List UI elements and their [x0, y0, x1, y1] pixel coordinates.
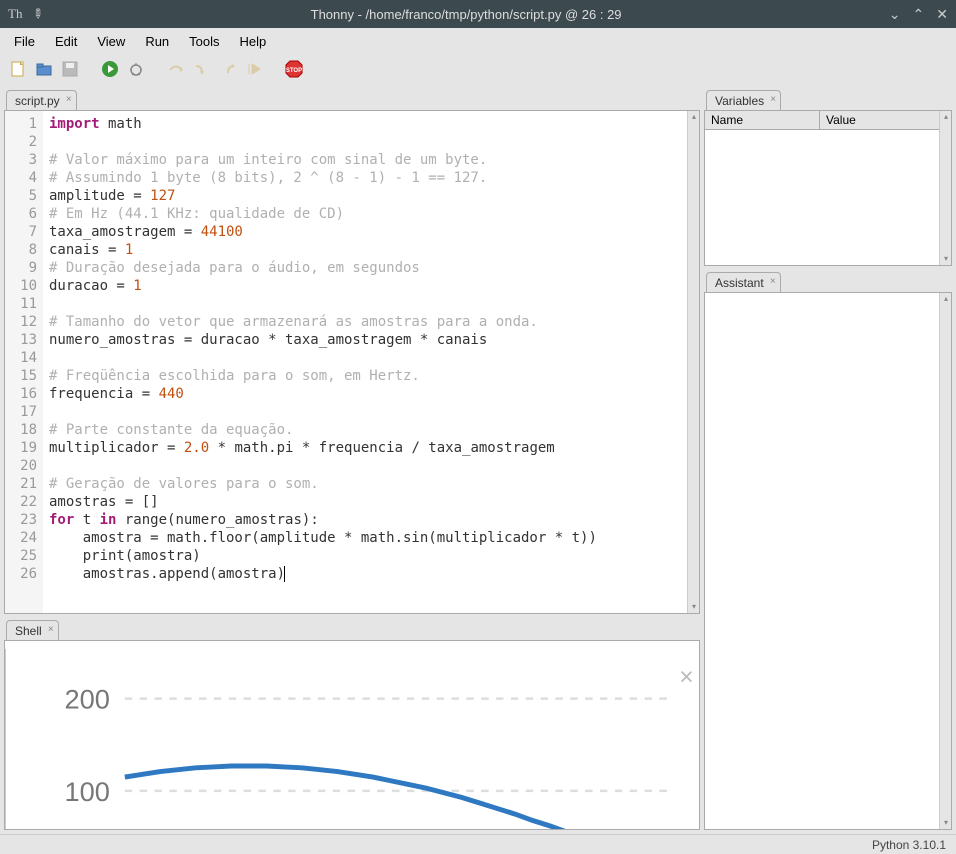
variables-tab-label: Variables: [715, 94, 764, 108]
code-area[interactable]: import math# Valor máximo para um inteir…: [43, 111, 699, 613]
menu-help[interactable]: Help: [232, 30, 275, 53]
step-out-icon[interactable]: [218, 59, 238, 79]
app-icon: Th: [8, 6, 22, 22]
scroll-down-icon[interactable]: ▾: [941, 818, 951, 828]
variables-panel: Variables × Name Value ▴ ▾: [704, 88, 952, 266]
scroll-up-icon[interactable]: ▴: [941, 294, 951, 304]
svg-text:200: 200: [65, 684, 110, 715]
variables-tab[interactable]: Variables ×: [706, 90, 781, 111]
assistant-panel: Assistant × ▴ ▾: [704, 270, 952, 830]
python-version[interactable]: Python 3.10.1: [872, 838, 946, 852]
variables-headers: Name Value: [705, 111, 951, 130]
editor-scrollbar[interactable]: ▴ ▾: [687, 111, 699, 613]
scroll-up-icon[interactable]: ▴: [941, 112, 951, 122]
save-icon[interactable]: [60, 59, 80, 79]
variables-col-name[interactable]: Name: [705, 111, 820, 129]
scroll-up-icon[interactable]: ▴: [689, 112, 699, 122]
editor-tab[interactable]: script.py ×: [6, 90, 77, 111]
scroll-down-icon[interactable]: ▾: [941, 254, 951, 264]
menu-edit[interactable]: Edit: [47, 30, 85, 53]
svg-text:100: 100: [65, 776, 110, 807]
scroll-down-icon[interactable]: ▾: [689, 602, 699, 612]
run-icon[interactable]: [100, 59, 120, 79]
toolbar: STOP: [0, 54, 956, 84]
step-into-icon[interactable]: [192, 59, 212, 79]
debug-icon[interactable]: [126, 59, 146, 79]
shell-output[interactable]: -- 87 81 75 68 62 55 47 40 32 24 17 9: [5, 641, 400, 645]
assistant-body[interactable]: ▴ ▾: [704, 292, 952, 830]
variables-col-value[interactable]: Value: [820, 111, 951, 129]
assistant-scrollbar[interactable]: ▴ ▾: [939, 293, 951, 829]
minimize-icon[interactable]: ⌄: [889, 6, 901, 23]
menu-file[interactable]: File: [6, 30, 43, 53]
titlebar: Th ✎ Thonny - /home/franco/tmp/python/sc…: [0, 0, 956, 28]
shell-tab[interactable]: Shell ×: [6, 620, 59, 641]
code-editor[interactable]: 1234567891011121314151617181920212223242…: [5, 111, 699, 613]
variables-scrollbar[interactable]: ▴ ▾: [939, 111, 951, 265]
statusbar: Python 3.10.1: [0, 834, 956, 854]
svg-text:STOP: STOP: [286, 68, 302, 74]
tab-close-icon[interactable]: ×: [770, 276, 776, 287]
step-over-icon[interactable]: [166, 59, 186, 79]
svg-text:×: ×: [679, 664, 693, 691]
line-gutter: 1234567891011121314151617181920212223242…: [5, 111, 43, 613]
tab-close-icon[interactable]: ×: [770, 94, 776, 105]
plotter[interactable]: 2001000-100-200×: [5, 649, 699, 830]
new-file-icon[interactable]: [8, 59, 28, 79]
assistant-tab[interactable]: Assistant ×: [706, 272, 781, 293]
menu-view[interactable]: View: [89, 30, 133, 53]
editor-panel: script.py × 1234567891011121314151617181…: [4, 88, 700, 614]
menu-run[interactable]: Run: [137, 30, 177, 53]
open-file-icon[interactable]: [34, 59, 54, 79]
menu-tools[interactable]: Tools: [181, 30, 227, 53]
tab-close-icon[interactable]: ×: [48, 624, 54, 635]
assistant-tab-label: Assistant: [715, 276, 764, 290]
tab-close-icon[interactable]: ×: [66, 94, 72, 105]
window-title: Thonny - /home/franco/tmp/python/script.…: [43, 7, 888, 22]
stop-icon[interactable]: STOP: [284, 59, 304, 79]
editor-tab-label: script.py: [15, 94, 60, 108]
maximize-icon[interactable]: ⌃: [913, 6, 925, 23]
resume-icon[interactable]: [244, 59, 264, 79]
menubar: File Edit View Run Tools Help: [0, 28, 956, 54]
close-icon[interactable]: ✕: [936, 6, 948, 23]
shell-panel: Shell × -- 87 81 75 68 62 55 47 40 32 24…: [4, 618, 700, 830]
shell-tab-label: Shell: [15, 624, 42, 638]
